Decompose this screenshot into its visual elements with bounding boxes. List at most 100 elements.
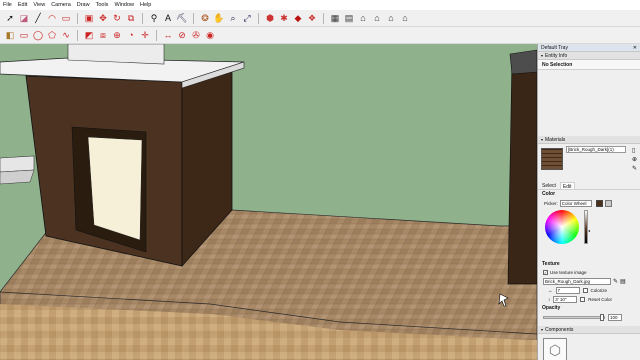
sample-paint-icon[interactable]: ✎ [632,165,637,172]
opacity-heading: Opacity [542,305,561,311]
layout-icon[interactable]: ❖ [306,12,318,24]
colorize-checkbox[interactable] [582,288,588,293]
slider-marker-icon: ◂ [588,228,591,233]
picker-row: Picker: Color Wheel [538,198,640,208]
use-texture-label: Use texture image [550,269,587,275]
tray-empty-space [538,70,640,136]
line-icon[interactable]: ╱ [32,12,44,24]
entity-info-label: Entity Info [545,52,568,59]
material-name-field[interactable]: [Brick_Rough_Dark](1) [566,146,626,153]
match-color-icon[interactable] [604,199,612,207]
component-thumbnail-icon[interactable]: ⬡ [543,338,567,360]
materials-label: Materials [545,136,566,143]
model-viewport[interactable] [0,44,537,360]
browse-folder-icon[interactable]: ▤ [620,278,626,285]
edit-texture-icon[interactable]: ✎ [613,278,618,285]
material-actions: ▯ ⊕ ✎ [632,147,637,172]
main-toolbar: ➚ ◪ ╱ ◠ ▭ ▣ ✥ ↻ ⧉ ⚲ A ⛏ ❂ ✋ ⌕ ⤢ ⬢ ✱ ◆ ❖ … [0,10,640,27]
zoom-extents-icon[interactable]: ⤢ [241,12,253,24]
circle-icon[interactable]: ◯ [32,29,44,41]
axes-icon[interactable]: ✛ [139,29,151,41]
toolbar-divider [142,12,143,24]
follow-me-icon[interactable]: ◩ [83,29,95,41]
display-secondary-icon[interactable]: ▯ [632,147,637,154]
use-texture-checkbox[interactable]: ✓ [543,269,548,275]
arc-icon[interactable]: ◠ [46,12,58,24]
extension-icon[interactable]: ✱ [278,12,290,24]
toolbar-divider [323,12,324,24]
paint-bucket-icon[interactable]: ⛏ [176,12,188,24]
color-wheel-area: ◂ [538,208,640,260]
toolbar-divider [193,12,194,24]
tab-edit[interactable]: Edit [559,182,575,190]
colorize-label: Colorize [590,288,608,293]
materials-header[interactable]: ▾ Materials [538,136,640,144]
height-arrow-icon: ↕ [548,297,551,302]
tape-icon[interactable]: ⚲ [148,12,160,24]
walk-icon[interactable]: ✇ [190,29,202,41]
polygon-icon[interactable]: ⬠ [46,29,58,41]
opacity-slider-thumb[interactable] [600,314,604,321]
scenes-icon[interactable]: ⌂ [371,12,383,24]
components-header[interactable]: ▾ Components [538,326,640,334]
menu-camera[interactable]: Camera [51,0,71,10]
create-material-icon[interactable]: ⊕ [632,156,637,163]
freehand-icon[interactable]: ∿ [60,29,72,41]
components-icon[interactable]: ▦ [329,12,341,24]
styles-icon[interactable]: ⌂ [357,12,369,24]
orbit-icon[interactable]: ❂ [199,12,211,24]
opacity-slider[interactable] [543,314,605,321]
push-pull-icon[interactable]: ▣ [83,12,95,24]
toolbar-divider [77,29,78,41]
toolbar-divider [258,12,259,24]
eraser-icon[interactable]: ◪ [18,12,30,24]
menu-help[interactable]: Help [140,0,151,10]
texture-height-field[interactable]: 3' 10" [553,296,578,303]
rectangle-icon[interactable]: ▭ [18,29,30,41]
brightness-slider[interactable] [584,210,588,244]
entity-info-header[interactable]: ▾ Entity Info [538,52,640,60]
select-icon[interactable]: ➚ [4,12,16,24]
scale-icon[interactable]: ⧈ [97,29,109,41]
pan-icon[interactable]: ✋ [213,12,225,24]
material-swatch[interactable] [541,148,563,170]
move-icon[interactable]: ✥ [97,12,109,24]
menu-edit[interactable]: Edit [18,0,27,10]
color-heading: Color [542,191,556,197]
intersect-icon[interactable]: ⊕ [111,29,123,41]
tab-select[interactable]: Select [542,182,556,189]
picker-dropdown[interactable]: Color Wheel [559,199,592,207]
rotate-icon[interactable]: ↻ [111,12,123,24]
close-icon[interactable]: ✕ [633,44,637,52]
menu-tools[interactable]: Tools [96,0,109,10]
menu-window[interactable]: Window [114,0,134,10]
opacity-value-field[interactable]: 100 [608,314,622,321]
components-preview: ⬡ [538,334,640,360]
warehouse-icon[interactable]: ⬢ [264,12,276,24]
collapse-triangle-icon: ▾ [541,136,544,142]
zoom-icon[interactable]: ⌕ [227,12,239,24]
opacity-row: 100 [538,313,640,322]
color-wheel[interactable] [545,210,579,244]
shape-icon[interactable]: ▭ [60,12,72,24]
section-icon[interactable]: ⊘ [176,29,188,41]
offset-icon[interactable]: ⧉ [125,12,137,24]
text-icon[interactable]: A [162,12,174,24]
texture-width-field[interactable]: 7 [555,287,580,294]
house-alt-icon[interactable]: ⌂ [399,12,411,24]
make-component-icon[interactable]: ◧ [4,29,16,41]
menu-view[interactable]: View [33,0,45,10]
current-color-swatch[interactable] [595,199,603,207]
materials-icon[interactable]: ▤ [343,12,355,24]
texture-file-field[interactable]: Brick_Rough_Dark.jpg [543,277,611,285]
protractor-icon[interactable]: ◔ [125,29,137,41]
ruby-icon[interactable]: ◆ [292,12,304,24]
look-around-icon[interactable]: ◉ [204,29,216,41]
menu-file[interactable]: File [3,0,12,10]
dimension-icon[interactable]: ↔ [162,29,174,41]
menu-draw[interactable]: Draw [77,0,90,10]
house-icon[interactable]: ⌂ [385,12,397,24]
texture-file-row: Brick_Rough_Dark.jpg ✎ ▤ [538,276,640,286]
reset-color-checkbox[interactable] [580,297,586,302]
right-pillar-cap [509,49,537,75]
